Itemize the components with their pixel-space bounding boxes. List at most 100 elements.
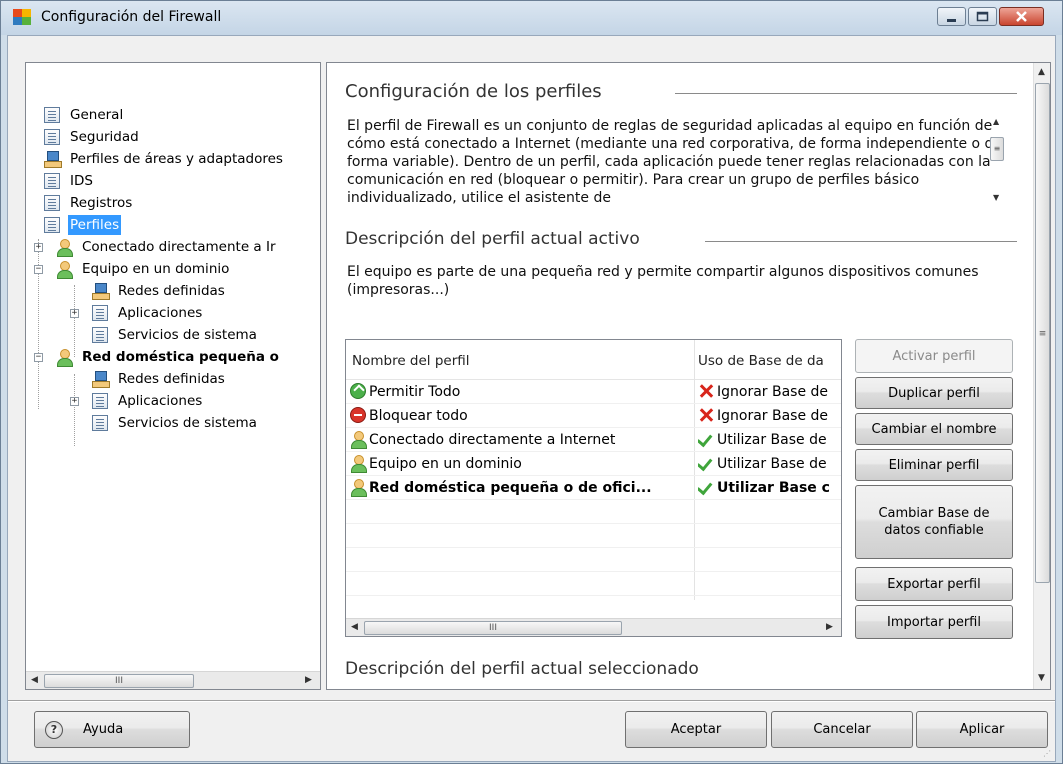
document-icon: [92, 393, 108, 409]
description-scrollbar[interactable]: ▲ ≡ ▼: [989, 115, 1006, 205]
user-icon: [350, 431, 367, 449]
list-item[interactable]: Permitir Todo Ignorar Base de: [346, 380, 841, 404]
minimize-icon: [947, 19, 956, 22]
column-header-name[interactable]: Nombre del perfil: [352, 353, 470, 369]
column-header-usage[interactable]: Uso de Base de da: [698, 353, 824, 369]
tree-item-label: Conectado directamente a Ir: [82, 239, 276, 255]
collapse-toggle[interactable]: −: [34, 265, 43, 274]
scroll-up-icon[interactable]: ▲: [1038, 67, 1045, 77]
tree-item-label: Perfiles de áreas y adaptadores: [70, 151, 283, 167]
apply-button[interactable]: Aplicar: [916, 711, 1048, 748]
scroll-right-icon[interactable]: ▶: [826, 622, 833, 632]
scroll-down-icon[interactable]: ▼: [993, 193, 999, 202]
db-usage: Utilizar Base de: [717, 456, 827, 472]
active-profile-title: Descripción del perfil actual activo: [345, 229, 640, 249]
panel-vertical-scrollbar[interactable]: ▲ ≡ ▼: [1033, 63, 1050, 689]
document-icon: [92, 305, 108, 321]
network-icon: [44, 151, 62, 168]
tree-item-label: Servicios de sistema: [118, 327, 257, 343]
footer-divider: [8, 700, 1055, 702]
profile-name-cell: Red doméstica pequeña o de ofici...: [350, 476, 690, 500]
scroll-down-icon[interactable]: ▼: [1038, 673, 1045, 683]
help-label: Ayuda: [83, 722, 124, 737]
scrollbar-thumb[interactable]: III: [44, 674, 194, 688]
export-profile-button[interactable]: Exportar perfil: [855, 567, 1013, 601]
collapse-toggle[interactable]: −: [34, 353, 43, 362]
tree-item-label: General: [70, 107, 124, 123]
user-icon: [56, 239, 73, 257]
document-icon: [44, 195, 60, 211]
profile-name: Red doméstica pequeña o de ofici...: [369, 480, 652, 496]
user-icon: [56, 261, 73, 279]
scrollbar-thumb[interactable]: ≡: [990, 137, 1004, 161]
check-icon: [698, 455, 714, 471]
tree-item-label: Red doméstica pequeña o: [82, 349, 279, 365]
network-icon: [92, 371, 110, 388]
expand-toggle[interactable]: +: [70, 397, 79, 406]
activate-profile-button[interactable]: Activar perfil: [855, 339, 1013, 373]
user-icon: [56, 349, 73, 367]
db-usage: Ignorar Base de: [717, 408, 829, 424]
list-item[interactable]: Conectado directamente a Internet Utiliz…: [346, 428, 841, 452]
list-item[interactable]: Equipo en un dominio Utilizar Base de: [346, 452, 841, 476]
scrollbar-thumb[interactable]: ≡: [1035, 83, 1050, 583]
help-icon: ?: [45, 721, 63, 739]
minimize-button[interactable]: [937, 7, 966, 26]
expand-toggle[interactable]: +: [70, 309, 79, 318]
db-usage: Utilizar Base c: [717, 480, 830, 496]
profile-name-cell: Permitir Todo: [350, 380, 690, 404]
tree-item-label: Redes definidas: [118, 283, 225, 299]
list-item: [346, 500, 841, 524]
tree-horizontal-scrollbar[interactable]: ◀ III ▶: [26, 671, 320, 689]
resize-grip-icon[interactable]: ⋰: [1043, 749, 1053, 759]
tree-item-label: IDS: [70, 173, 93, 189]
profiles-description: El perfil de Firewall es un conjunto de …: [347, 118, 1003, 206]
list-item[interactable]: Bloquear todo Ignorar Base de: [346, 404, 841, 428]
profile-name: Conectado directamente a Internet: [369, 432, 616, 448]
tree-item-label: Redes definidas: [118, 371, 225, 387]
avg-logo-icon: [13, 9, 31, 25]
close-button[interactable]: [999, 7, 1044, 26]
maximize-button[interactable]: [968, 7, 997, 26]
block-icon: [350, 407, 366, 423]
db-usage: Utilizar Base de: [717, 432, 827, 448]
list-item: [346, 548, 841, 572]
document-icon: [44, 217, 60, 233]
import-profile-button[interactable]: Importar perfil: [855, 605, 1013, 639]
active-profile-description: El equipo es parte de una pequeña red y …: [347, 264, 979, 298]
db-usage-cell: Ignorar Base de: [698, 404, 841, 428]
tree-item-label: Aplicaciones: [118, 393, 203, 409]
scroll-left-icon[interactable]: ◀: [31, 675, 38, 685]
selected-profile-title: Descripción del perfil actual selecciona…: [345, 659, 699, 679]
list-item: [346, 572, 841, 596]
profiles-list[interactable]: Nombre del perfil Uso de Base de da Perm…: [345, 339, 842, 637]
db-usage-cell: Utilizar Base c: [698, 476, 841, 500]
delete-profile-button[interactable]: Eliminar perfil: [855, 449, 1013, 481]
rename-profile-button[interactable]: Cambiar el nombre: [855, 413, 1013, 445]
cross-icon: [698, 383, 714, 399]
scroll-right-icon[interactable]: ▶: [305, 675, 312, 685]
cross-icon: [698, 407, 714, 423]
list-horizontal-scrollbar[interactable]: ◀ III ▶: [346, 618, 841, 636]
expand-toggle[interactable]: +: [34, 243, 43, 252]
db-usage-cell: Ignorar Base de: [698, 380, 841, 404]
scroll-up-icon[interactable]: ▲: [993, 117, 999, 126]
network-icon: [92, 283, 110, 300]
profile-name: Equipo en un dominio: [369, 456, 522, 472]
profile-name-cell: Bloquear todo: [350, 404, 690, 428]
accept-button[interactable]: Aceptar: [625, 711, 767, 748]
document-icon: [44, 107, 60, 123]
title-divider: [675, 93, 1017, 95]
maximize-icon: [976, 11, 989, 22]
cancel-button[interactable]: Cancelar: [771, 711, 913, 748]
duplicate-profile-button[interactable]: Duplicar perfil: [855, 377, 1013, 409]
help-button[interactable]: ? Ayuda: [34, 711, 190, 748]
tree-item-label: Equipo en un dominio: [82, 261, 230, 277]
profile-name-cell: Equipo en un dominio: [350, 452, 690, 476]
scroll-left-icon[interactable]: ◀: [351, 622, 358, 632]
settings-tree[interactable]: General Seguridad Perfiles de áreas y ad…: [25, 62, 321, 690]
list-item[interactable]: Red doméstica pequeña o de ofici... Util…: [346, 476, 841, 500]
title-bar[interactable]: Configuración del Firewall: [1, 1, 1062, 35]
scrollbar-thumb[interactable]: III: [364, 621, 622, 635]
change-trusted-db-button[interactable]: Cambiar Base de datos confiable: [855, 485, 1013, 559]
